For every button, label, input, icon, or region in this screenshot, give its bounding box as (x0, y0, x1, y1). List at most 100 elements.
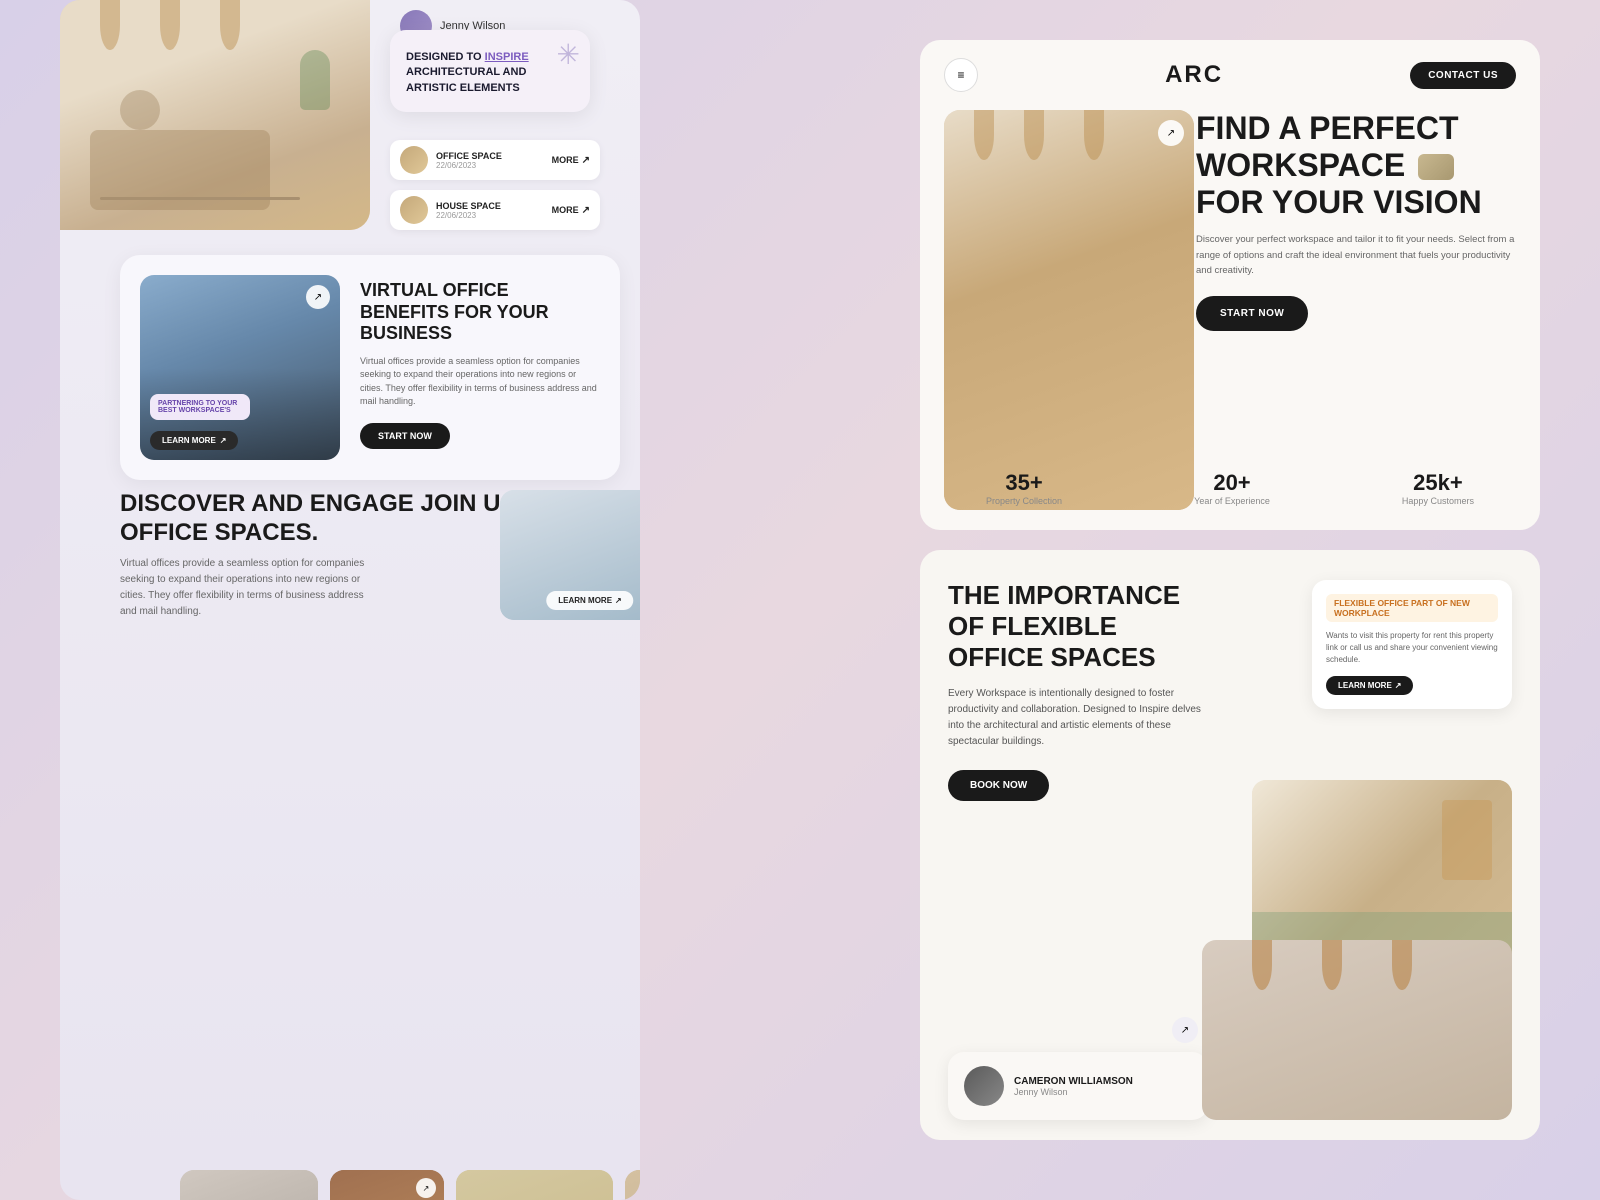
flex-title: THE IMPORTANCE OF FLEXIBLE OFFICE SPACES (948, 580, 1208, 674)
inspire-prefix: DESIGNED TO (406, 51, 485, 63)
bottom-pendant-1 (1252, 940, 1272, 990)
hero-title-line1: FIND A PERFECT (1196, 110, 1459, 146)
book-now-button[interactable]: BOOK NOW (948, 770, 1049, 801)
arrow-icon-2: ↗ (582, 205, 590, 216)
virtual-card-inner: ↗ PARTNERING TO YOUR BEST WORKSPACE'S LE… (120, 255, 620, 480)
inspire-highlight: INSPIRE (485, 51, 529, 63)
gallery-expand-2[interactable]: ↗ (416, 1178, 436, 1198)
flex-card-description: Wants to visit this property for rent th… (1326, 630, 1498, 666)
space-title-2: HOUSE SPACE (436, 201, 552, 211)
reviewer-name: CAMERON WILLIAMSON (1014, 1076, 1133, 1087)
gallery-image-3: SHOP SHOWROOM ↗ (456, 1170, 613, 1200)
space-items-list: OFFICE SPACE 22/06/2023 MORE ↗ HOUSE SPA… (390, 140, 600, 240)
plant (300, 50, 330, 110)
expand-button[interactable]: ↗ (306, 285, 330, 309)
inspire-suffix: ARCHITECTURAL AND ARTISTIC ELEMENTS (406, 66, 526, 93)
stat-number-3: 25k+ (1402, 470, 1474, 496)
hero-pendant-3 (1084, 110, 1104, 160)
arrow-icon-flex: ↗ (1395, 681, 1402, 690)
space-info-2: HOUSE SPACE 22/06/2023 (436, 201, 552, 220)
inspire-card: ✳ DESIGNED TO INSPIRE ARCHITECTURAL AND … (390, 30, 590, 112)
virtual-title: VIRTUAL OFFICE BENEFITS FOR YOUR BUSINES… (360, 280, 600, 345)
space-more-1[interactable]: MORE ↗ (552, 155, 590, 166)
hero-pendant-2 (1024, 110, 1044, 160)
bottom-room-preview (1202, 940, 1512, 1120)
left-panel: Jenny Wilson ✳ DESIGNED TO INSPIRE ARCHI… (60, 0, 640, 1200)
hero-section: ≡ ARC CONTACT US ↗ FIND A PERFECT WORKSP… (920, 40, 1540, 530)
review-expand-button[interactable]: ↗ (1172, 1017, 1198, 1043)
learn-more-button-2[interactable]: LEARN MORE ↗ (546, 591, 633, 610)
gallery-image-2: ↗ (330, 1170, 444, 1200)
space-more-2[interactable]: MORE ↗ (552, 205, 590, 216)
gallery-row: INDUSTRIAL SPACE ↗ ↗ SHOP SHOWROOM ↗ ↗ (180, 1170, 640, 1200)
discover-description: Virtual offices provide a seamless optio… (120, 556, 380, 620)
right-panel: ≡ ARC CONTACT US ↗ FIND A PERFECT WORKSP… (920, 40, 1540, 1160)
discover-section: DISCOVER AND ENGAGE JOIN US FOR UNIQUE O… (120, 490, 640, 640)
space-title-1: OFFICE SPACE (436, 151, 552, 161)
gallery-bg-3 (456, 1170, 613, 1200)
space-date-1: 22/06/2023 (436, 161, 552, 170)
table (90, 130, 270, 210)
contact-button[interactable]: CONTACT US (1410, 62, 1516, 89)
office-image-big: LEARN MORE ↗ (500, 490, 640, 620)
hero-description: Discover your perfect workspace and tail… (1196, 232, 1516, 278)
hero-content: FIND A PERFECT WORKSPACE FOR YOUR VISION… (1196, 110, 1516, 331)
review-card: ↗ CAMERON WILLIAMSON Jenny Wilson (948, 1052, 1208, 1120)
arrow-icon: ↗ (220, 436, 227, 445)
learn-more-button[interactable]: LEARN MORE ↗ (150, 431, 238, 450)
virtual-description: Virtual offices provide a seamless optio… (360, 355, 600, 409)
stat-label-3: Happy Customers (1402, 496, 1474, 506)
stat-label-1: Property Collection (986, 496, 1062, 506)
hero-title-line2: WORKSPACE (1196, 147, 1405, 183)
hero-bg (944, 110, 1194, 510)
gallery-bg-1 (180, 1170, 318, 1200)
hero-expand-button[interactable]: ↗ (1158, 120, 1184, 146)
arrow-icon: ↗ (582, 155, 590, 166)
stat-property: 35+ Property Collection (986, 470, 1062, 506)
hero-start-button[interactable]: START NOW (1196, 296, 1308, 331)
stat-label-2: Year of Experience (1194, 496, 1270, 506)
list-item[interactable]: HOUSE SPACE 22/06/2023 MORE ↗ (390, 190, 600, 230)
workspace-icon (1418, 154, 1454, 180)
menu-button[interactable]: ≡ (944, 58, 978, 92)
virtual-content: VIRTUAL OFFICE BENEFITS FOR YOUR BUSINES… (360, 275, 600, 449)
inspire-text: DESIGNED TO INSPIRE ARCHITECTURAL AND AR… (406, 50, 574, 96)
hero-room-image: ↗ (944, 110, 1194, 510)
list-item[interactable]: OFFICE SPACE 22/06/2023 MORE ↗ (390, 140, 600, 180)
bottom-pendant-3 (1392, 940, 1412, 990)
flex-description: Every Workspace is intentionally designe… (948, 686, 1208, 750)
stat-number-2: 20+ (1194, 470, 1270, 496)
room-furniture (80, 30, 350, 210)
room-simulation (60, 0, 370, 230)
gallery-bg-4 (625, 1170, 640, 1200)
hero-title-line3: FOR YOUR VISION (1196, 184, 1482, 220)
hamburger-icon: ≡ (957, 68, 964, 82)
top-room-image (60, 0, 370, 230)
brand-logo: ARC (1165, 61, 1223, 89)
flex-info-card: FLEXIBLE OFFICE PART OF NEW WORKPLACE Wa… (1312, 580, 1512, 709)
space-date-2: 22/06/2023 (436, 211, 552, 220)
space-info-1: OFFICE SPACE 22/06/2023 (436, 151, 552, 170)
flexible-section: THE IMPORTANCE OF FLEXIBLE OFFICE SPACES… (920, 550, 1540, 1140)
stat-customers: 25k+ Happy Customers (1402, 470, 1474, 506)
start-now-button[interactable]: START NOW (360, 423, 450, 449)
chair (120, 90, 160, 130)
stat-number-1: 35+ (986, 470, 1062, 496)
arrow-icon-3: ↗ (615, 596, 622, 605)
hero-title: FIND A PERFECT WORKSPACE FOR YOUR VISION (1196, 110, 1516, 220)
hero-nav: ≡ ARC CONTACT US (920, 40, 1540, 110)
space-avatar-2 (400, 196, 428, 224)
virtual-image: ↗ PARTNERING TO YOUR BEST WORKSPACE'S LE… (140, 275, 340, 460)
flex-learn-button[interactable]: LEARN MORE ↗ (1326, 676, 1413, 695)
snowflake-icon: ✳ (557, 38, 580, 71)
gallery-image-4: ↗ (625, 1170, 640, 1200)
bottom-pendant-2 (1322, 940, 1342, 990)
space-avatar-1 (400, 146, 428, 174)
flex-card-badge: FLEXIBLE OFFICE PART OF NEW WORKPLACE (1326, 594, 1498, 622)
stat-experience: 20+ Year of Experience (1194, 470, 1270, 506)
hero-pendant-1 (974, 110, 994, 160)
virtual-badge: PARTNERING TO YOUR BEST WORKSPACE'S (150, 394, 250, 420)
reviewer-info: CAMERON WILLIAMSON Jenny Wilson (1014, 1076, 1133, 1097)
reviewer-subtitle: Jenny Wilson (1014, 1087, 1133, 1097)
hero-stats: 35+ Property Collection 20+ Year of Expe… (920, 470, 1540, 506)
